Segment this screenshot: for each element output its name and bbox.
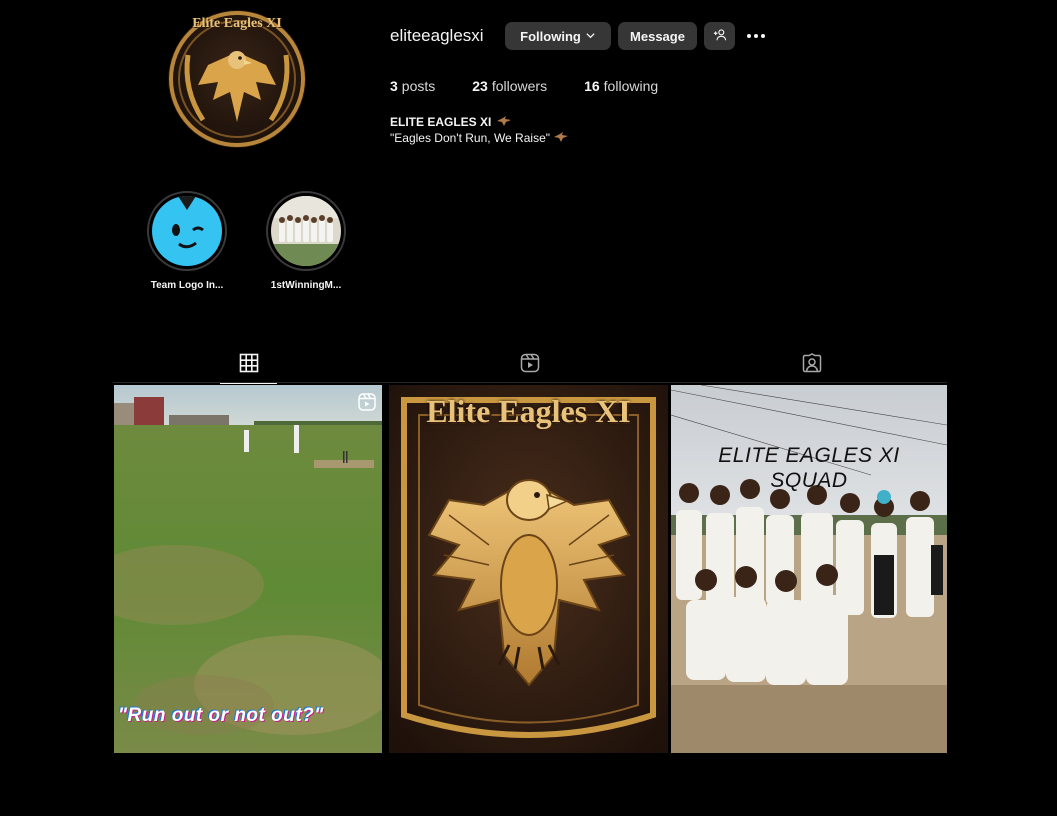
post-logo-title: Elite Eagles XI xyxy=(426,393,631,429)
bio-text: "Eagles Don't Run, We Raise" xyxy=(390,131,568,145)
post-image xyxy=(114,385,382,753)
eagle-emoji-icon xyxy=(497,115,512,129)
post-squad-photo[interactable]: ELITE EAGLES XI SQUAD xyxy=(671,385,947,753)
following-button[interactable]: Following xyxy=(505,22,611,50)
post-reel-cricket-field[interactable]: "Run out or not out?" xyxy=(114,385,382,753)
tab-reels[interactable] xyxy=(501,350,558,384)
followers-link[interactable]: 23 followers xyxy=(472,78,547,94)
highlight-label: 1stWinningM... xyxy=(270,280,342,291)
tab-tagged[interactable] xyxy=(783,350,840,384)
highlight-first-winning[interactable]: 1stWinningM... xyxy=(266,191,346,291)
highlight-ring xyxy=(147,191,227,271)
profile-stats: 3 posts 23 followers 16 following xyxy=(390,78,658,94)
post-image xyxy=(671,385,947,753)
chevron-down-icon xyxy=(585,29,596,44)
following-button-label: Following xyxy=(520,28,581,44)
grid-icon xyxy=(239,353,259,378)
avatar-text: Elite Eagles XI xyxy=(192,16,282,31)
eagle-emoji-icon xyxy=(554,131,568,145)
profile-username[interactable]: eliteeaglesxi xyxy=(390,26,484,46)
message-button[interactable]: Message xyxy=(618,22,697,50)
post-overlay-caption: "Run out or not out?" xyxy=(118,705,324,726)
post-squad-title: ELITE EAGLES XI SQUAD xyxy=(718,444,900,492)
highlight-cover-image xyxy=(152,196,222,266)
reels-icon xyxy=(520,353,540,378)
highlight-cover-image xyxy=(271,196,341,266)
highlight-team-logo[interactable]: Team Logo In... xyxy=(147,191,227,291)
more-options-icon[interactable] xyxy=(744,24,768,48)
add-user-icon xyxy=(713,28,727,45)
highlight-label: Team Logo In... xyxy=(150,280,224,291)
post-image xyxy=(389,385,668,753)
highlight-ring xyxy=(266,191,346,271)
tagged-icon xyxy=(802,353,822,378)
post-team-logo[interactable]: Elite Eagles XI xyxy=(389,385,668,753)
bio-name: ELITE EAGLES XI xyxy=(390,115,512,129)
reel-icon xyxy=(357,392,377,412)
suggested-accounts-button[interactable] xyxy=(704,22,735,50)
tab-posts[interactable] xyxy=(220,350,277,384)
following-link[interactable]: 16 following xyxy=(584,78,658,94)
posts-count: 3 posts xyxy=(390,78,436,94)
